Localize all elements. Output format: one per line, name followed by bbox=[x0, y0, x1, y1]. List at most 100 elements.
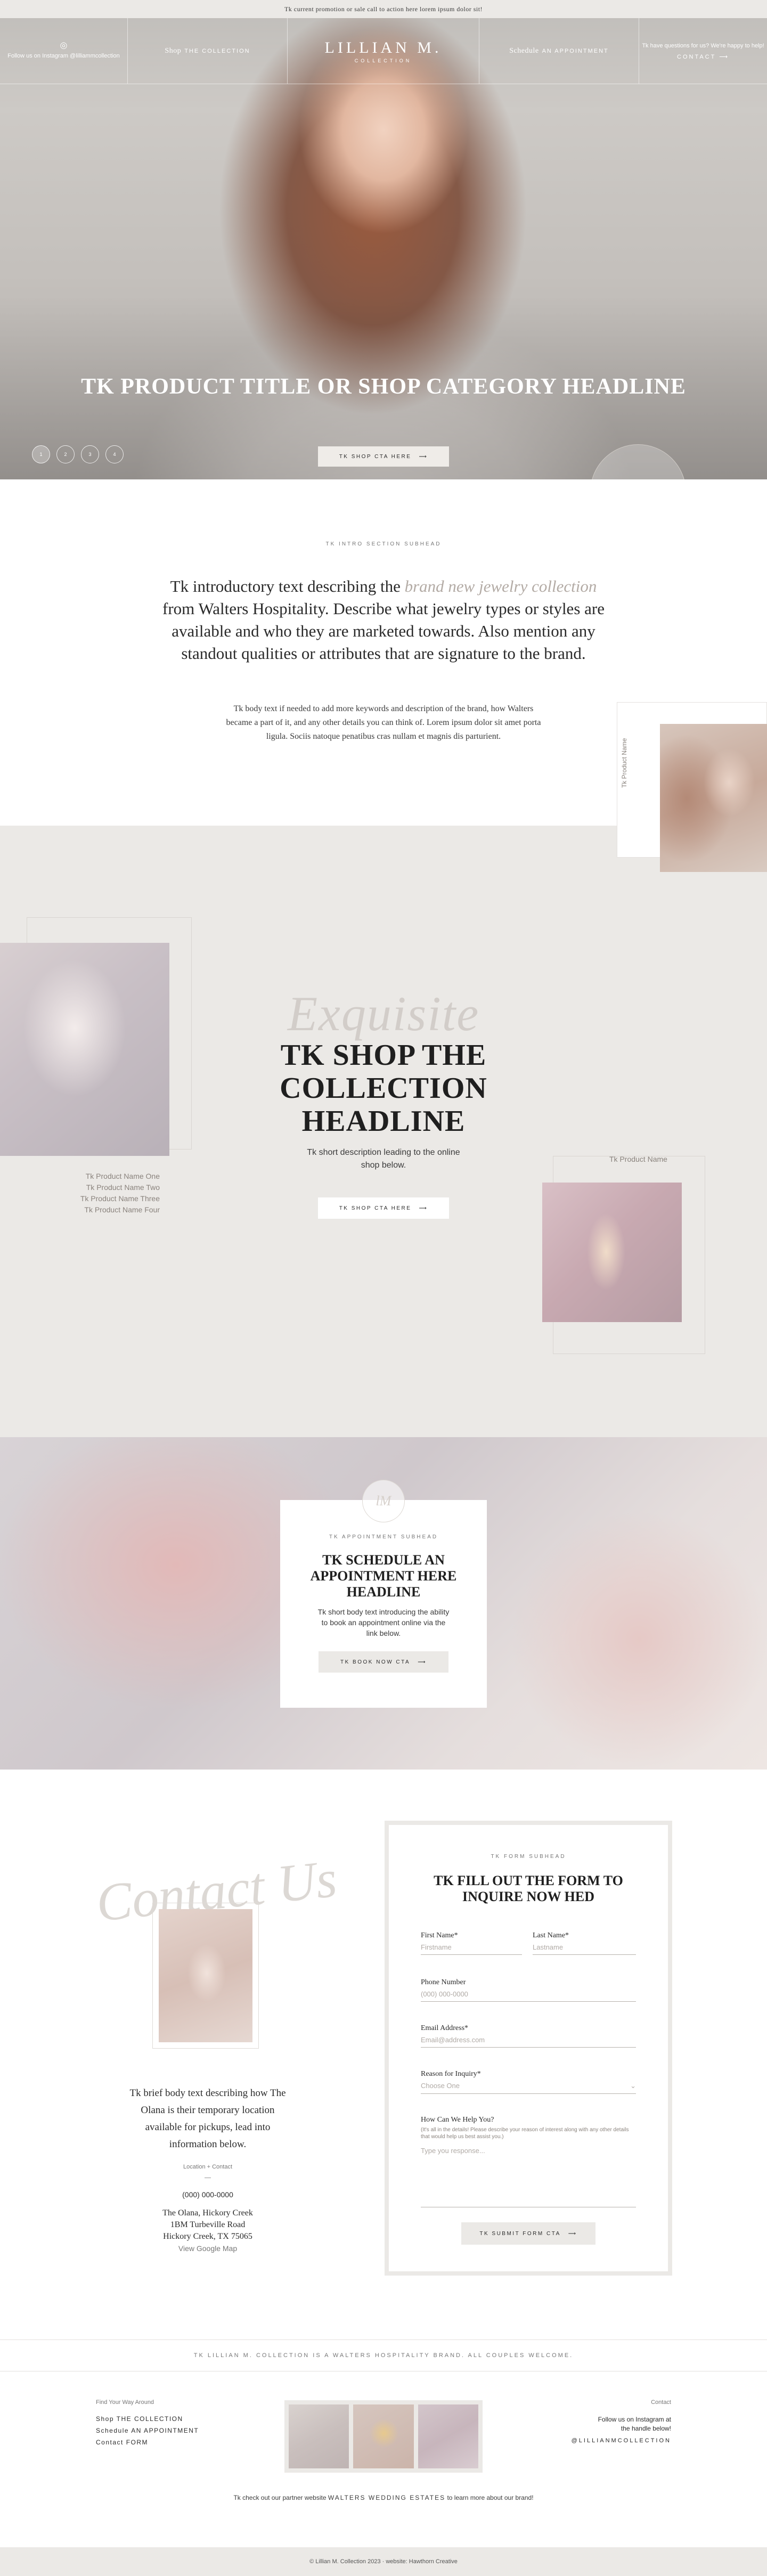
address-line: Hickory Creek, TX 75065 bbox=[163, 2232, 252, 2241]
nav-instagram[interactable]: ◎ Follow us on Instagram @lilliammcollec… bbox=[0, 18, 128, 84]
nav-shop-prefix: Shop bbox=[165, 46, 182, 55]
shop-cta-button[interactable]: TK SHOP CTA HERE ⟶ bbox=[318, 1197, 449, 1219]
shop-right-image[interactable] bbox=[542, 1183, 682, 1322]
help-textarea[interactable] bbox=[421, 2143, 636, 2207]
partner-text-a: Tk check out our partner website bbox=[233, 2494, 327, 2501]
partner-line: Tk check out our partner website WALTERS… bbox=[0, 2494, 767, 2501]
contact-location-label: Location + Contact bbox=[183, 2164, 233, 2170]
footer-contact-heading: Contact bbox=[651, 2399, 671, 2406]
nav-shop-link[interactable]: Shop THE COLLECTION bbox=[128, 18, 288, 84]
appointment-title: TK SCHEDULE AN APPOINTMENT HERE HEADLINE bbox=[310, 1552, 457, 1600]
appointment-section: lM TK APPOINTMENT SUBHEAD TK SCHEDULE AN… bbox=[0, 1437, 767, 1770]
intro-subhead: TK INTRO SECTION SUBHEAD bbox=[325, 541, 442, 547]
intro-section: TK INTRO SECTION SUBHEAD Tk introductory… bbox=[0, 479, 767, 872]
submit-button[interactable]: TK SUBMIT FORM CTA ⟶ bbox=[461, 2222, 595, 2245]
address-line: 1BM Turbeville Road bbox=[170, 2220, 246, 2229]
footer-link-schedule[interactable]: Schedule AN APPOINTMENT bbox=[96, 2427, 199, 2434]
footer-social: Contact Follow us on Instagram at the ha… bbox=[572, 2399, 671, 2444]
slider-dot[interactable]: 1 bbox=[32, 445, 50, 463]
phone-input[interactable] bbox=[421, 1987, 636, 2002]
email-field: Email Address* bbox=[421, 2024, 636, 2048]
submit-label: TK SUBMIT FORM CTA bbox=[479, 2230, 561, 2237]
intro-product-card[interactable]: Tk Product Name bbox=[617, 702, 767, 872]
contact-phone[interactable]: (000) 000-0000 bbox=[128, 2190, 288, 2199]
phone-label: Phone Number bbox=[421, 1978, 466, 1986]
hero-cta-button[interactable]: TK SHOP CTA HERE ⟶ bbox=[318, 446, 449, 467]
intro-product-image[interactable] bbox=[660, 724, 767, 872]
intro-lead-b: from Walters Hospitality. Describe what … bbox=[162, 599, 605, 663]
appointment-card: lM TK APPOINTMENT SUBHEAD TK SCHEDULE AN… bbox=[280, 1480, 487, 1708]
intro-lead-a: Tk introductory text describing the bbox=[170, 577, 401, 596]
slider-dot[interactable]: 2 bbox=[56, 445, 75, 463]
shop-left-product[interactable]: Tk Product Name One bbox=[53, 1171, 160, 1182]
copyright-bar: © Lillian M. Collection 2023 · website: … bbox=[0, 2547, 767, 2576]
first-name-input[interactable] bbox=[421, 1940, 522, 1955]
appointment-cta-label: TK BOOK NOW CTA bbox=[340, 1659, 411, 1665]
last-name-field: Last Name* bbox=[533, 1931, 636, 1955]
nav-contact-button[interactable]: CONTACT ⟶ bbox=[677, 53, 729, 60]
appointment-monogram: lM bbox=[362, 1480, 405, 1522]
contact-body: Tk brief body text describing how The Ol… bbox=[129, 2088, 286, 2150]
partner-text-c: to learn more about our brand! bbox=[447, 2494, 534, 2501]
email-label: Email Address* bbox=[421, 2024, 469, 2032]
footer-link-label: THE COLLECTION bbox=[116, 2415, 183, 2423]
contact-address: The Olana, Hickory Creek 1BM Turbeville … bbox=[128, 2207, 288, 2254]
shop-cta-label: TK SHOP CTA HERE bbox=[339, 1205, 412, 1211]
hero-cta-label: TK SHOP CTA HERE bbox=[339, 453, 412, 460]
nav-shop-label: THE COLLECTION bbox=[184, 47, 250, 54]
help-field: How Can We Help You? (It's all in the de… bbox=[421, 2116, 636, 2210]
monogram-badge: lM bbox=[590, 444, 686, 479]
intro-body: Tk body text if needed to add more keywo… bbox=[226, 704, 541, 741]
gallery-image[interactable] bbox=[418, 2404, 478, 2468]
address-line: The Olana, Hickory Creek bbox=[162, 2208, 253, 2218]
partner-link[interactable]: WALTERS WEDDING ESTATES bbox=[328, 2494, 445, 2501]
slider-dot[interactable]: 4 bbox=[105, 445, 124, 463]
gallery-image[interactable] bbox=[289, 2404, 349, 2468]
instagram-gallery bbox=[284, 2400, 483, 2473]
shop-left-product-list: Tk Product Name One Tk Product Name Two … bbox=[53, 1171, 160, 1216]
instagram-icon: ◎ bbox=[60, 41, 68, 50]
logo[interactable]: LILLIAN M. COLLECTION bbox=[288, 18, 479, 84]
reason-select-value: Choose One bbox=[421, 2082, 460, 2090]
footer-social-text: Follow us on Instagram at the handle bel… bbox=[598, 2416, 671, 2432]
shop-desc: Tk short description leading to the onli… bbox=[307, 1148, 460, 1170]
reason-select[interactable]: Choose One ⌄ bbox=[421, 2078, 636, 2094]
last-name-label: Last Name* bbox=[533, 1931, 569, 1939]
hero-section: ◎ Follow us on Instagram @lilliammcollec… bbox=[0, 18, 767, 479]
slider-dots: 1 2 3 4 bbox=[32, 445, 124, 463]
arrow-right-icon: ⟶ bbox=[719, 53, 729, 60]
nav-schedule-link[interactable]: Schedule AN APPOINTMENT bbox=[479, 18, 639, 84]
footer-link-label: AN APPOINTMENT bbox=[131, 2427, 199, 2434]
last-name-input[interactable] bbox=[533, 1940, 636, 1955]
email-input[interactable] bbox=[421, 2033, 636, 2048]
gallery-image[interactable] bbox=[353, 2404, 414, 2468]
arrow-right-icon: ⟶ bbox=[568, 2230, 577, 2237]
shop-left-product[interactable]: Tk Product Name Two bbox=[53, 1182, 160, 1193]
appointment-cta-button[interactable]: TK BOOK NOW CTA ⟶ bbox=[319, 1651, 448, 1673]
shop-left-product[interactable]: Tk Product Name Four bbox=[53, 1204, 160, 1216]
footer-link-shop[interactable]: Shop THE COLLECTION bbox=[96, 2415, 199, 2423]
help-label: How Can We Help You? bbox=[421, 2116, 494, 2124]
nav-schedule-prefix: Schedule bbox=[509, 46, 539, 55]
appointment-subhead: TK APPOINTMENT SUBHEAD bbox=[329, 1534, 438, 1540]
nav-contact[interactable]: Tk have questions for us? We're happy to… bbox=[639, 18, 767, 84]
form-title: TK FILL OUT THE FORM TO INQUIRE NOW HED bbox=[434, 1873, 623, 1904]
footer-link-prefix: Shop bbox=[96, 2415, 115, 2423]
shop-left-product[interactable]: Tk Product Name Three bbox=[53, 1193, 160, 1204]
shop-script-word: Exquisite bbox=[287, 987, 480, 1041]
nav-schedule-label: AN APPOINTMENT bbox=[542, 47, 609, 54]
footer-link-contact[interactable]: Contact FORM bbox=[96, 2439, 199, 2446]
nav-instagram-text: Follow us on Instagram @lilliammcollecti… bbox=[7, 53, 120, 59]
footer-nav-heading: Find Your Way Around bbox=[96, 2399, 154, 2406]
chevron-down-icon: ⌄ bbox=[630, 2082, 636, 2090]
intro-lead: Tk introductory text describing the bran… bbox=[160, 575, 607, 665]
arrow-right-icon: ⟶ bbox=[419, 453, 428, 460]
arrow-right-icon: ⟶ bbox=[419, 1205, 428, 1211]
google-map-link[interactable]: View Google Map bbox=[128, 2243, 288, 2254]
first-name-field: First Name* bbox=[421, 1931, 522, 1955]
shop-left-image[interactable] bbox=[0, 943, 169, 1156]
slider-dot[interactable]: 3 bbox=[81, 445, 99, 463]
footer-nav: Find Your Way Around Shop THE COLLECTION… bbox=[96, 2399, 199, 2450]
arrow-right-icon: ⟶ bbox=[418, 1659, 427, 1665]
instagram-handle-link[interactable]: @LILLIANMCOLLECTION bbox=[572, 2438, 671, 2444]
